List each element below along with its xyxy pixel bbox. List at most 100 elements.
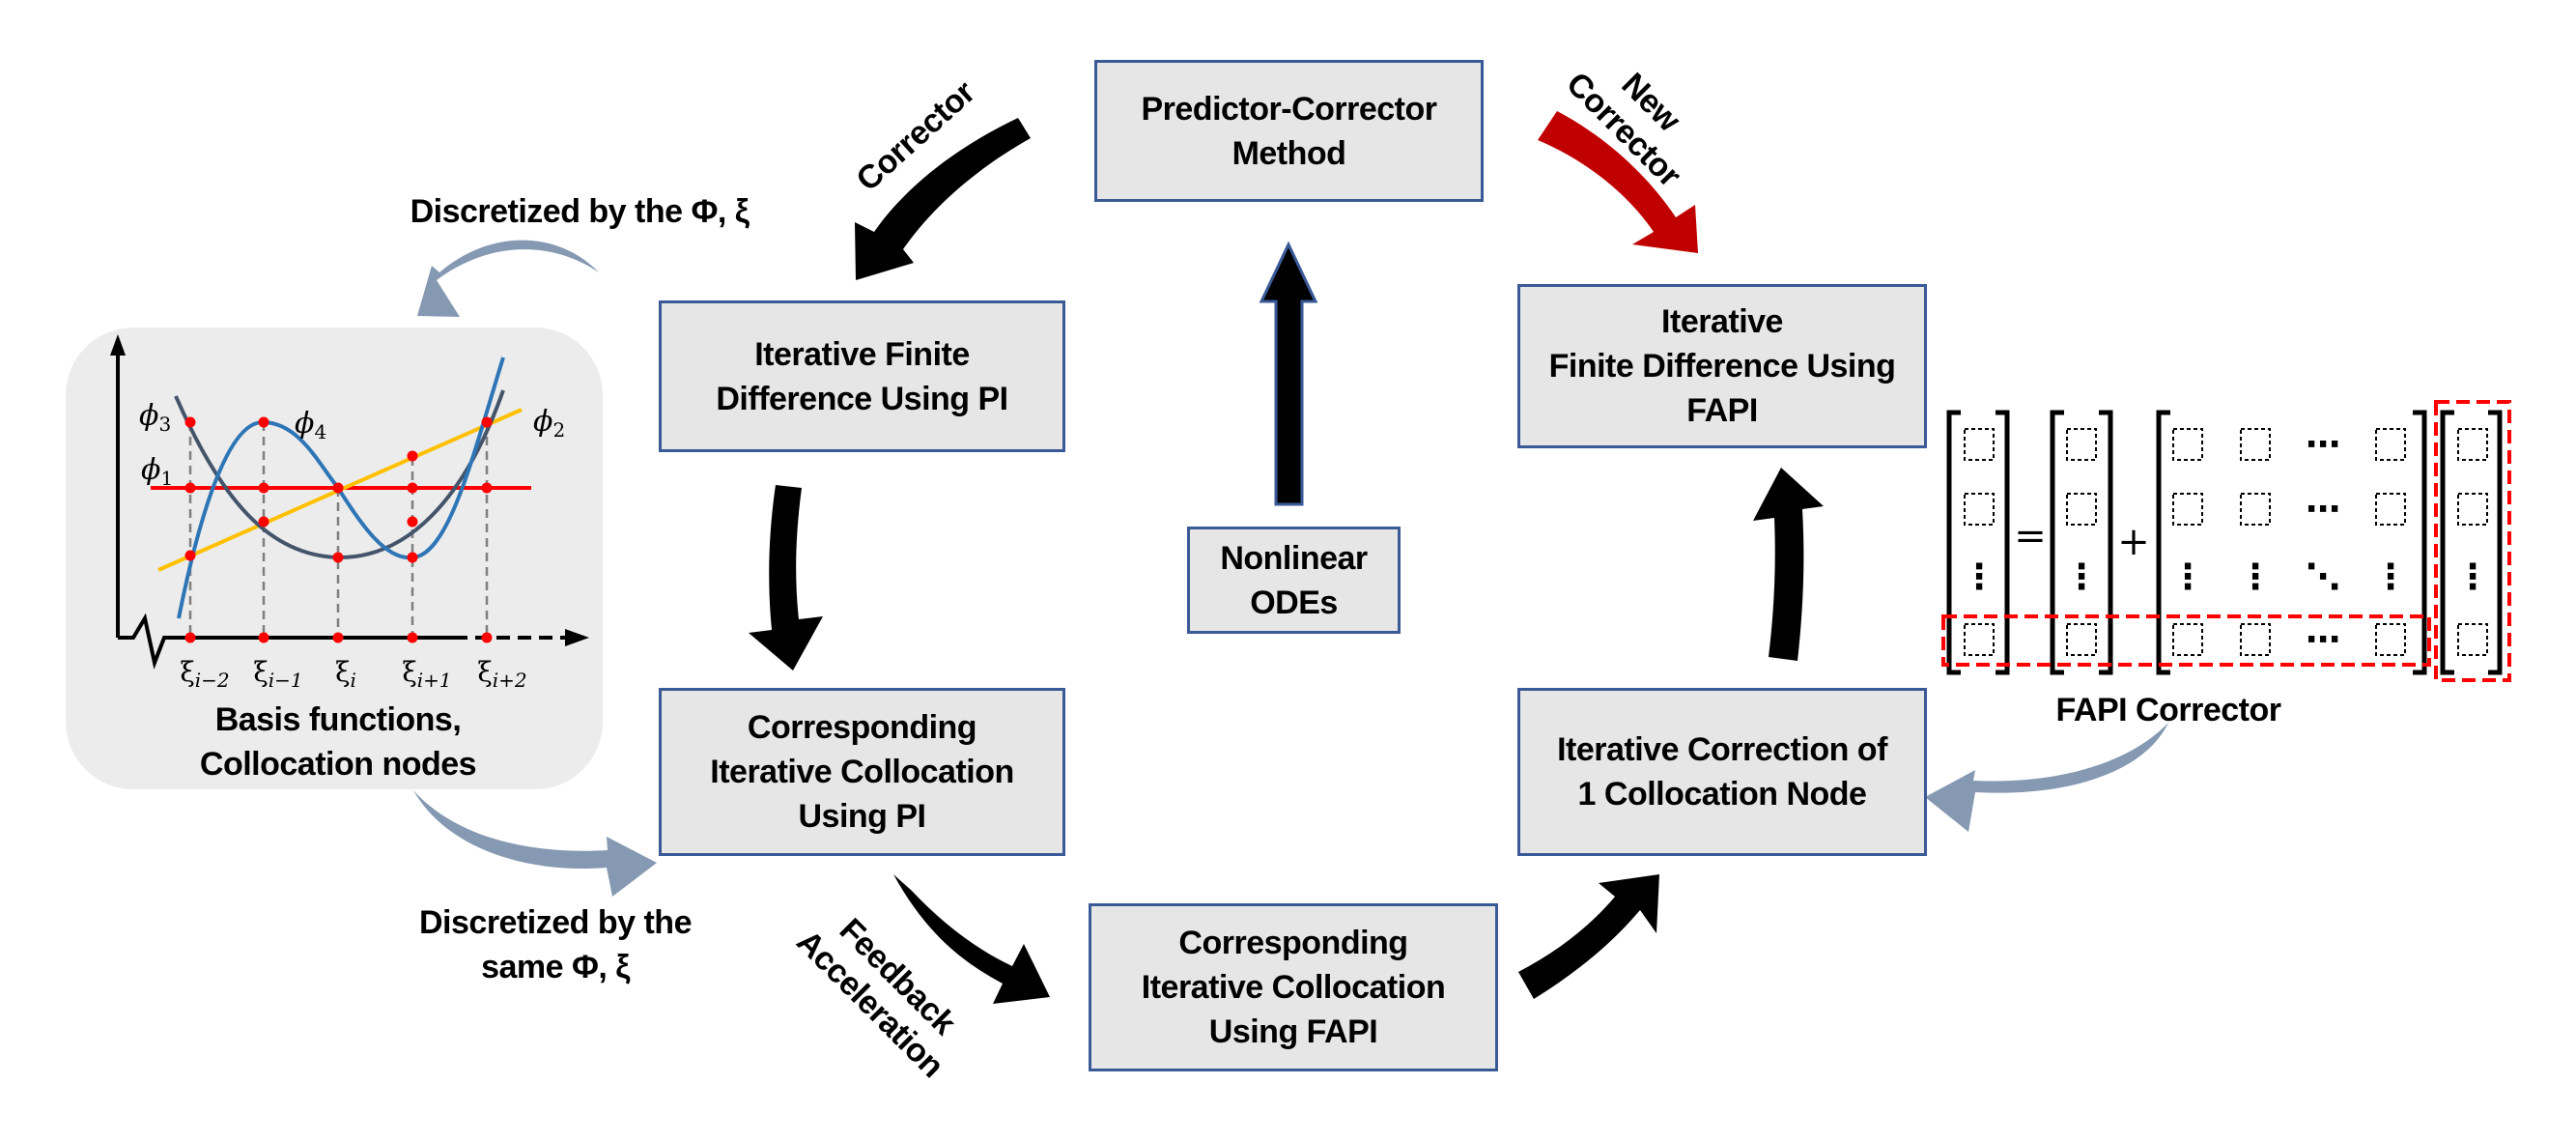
phi4-label: ϕ4	[295, 407, 326, 443]
box-line: Using PI	[798, 798, 926, 835]
caption-line: Basis functions,	[214, 701, 462, 738]
node-label-i-plus-2: ξi+2	[477, 656, 526, 692]
fapi-corrector-caption: FAPI Corrector	[2055, 692, 2281, 728]
node-marker	[407, 516, 418, 528]
caption-line: Collocation nodes	[199, 746, 477, 783]
matrix-cell	[2066, 428, 2097, 461]
node-marker	[184, 416, 196, 428]
highlight-row	[1941, 614, 2431, 667]
hdots: ⋯	[2306, 620, 2340, 660]
matrix-cell	[2375, 623, 2406, 656]
box-line: Corresponding	[747, 709, 977, 746]
x-axis-arrowhead-icon	[565, 629, 589, 646]
fd-fapi-box[interactable]: Iterative Finite Difference Using FAPI	[1517, 284, 1927, 448]
matrix-cell	[2457, 623, 2488, 656]
bracket	[2099, 410, 2113, 675]
equals-sign: =	[2014, 514, 2047, 558]
discretized-bottom-label: Discretized by the same Φ, ξ	[372, 900, 739, 989]
phi1-label: ϕ1	[141, 453, 173, 490]
box-line: Iterative Finite	[754, 335, 970, 373]
box-line: Iterative Collocation	[710, 754, 1014, 790]
y-axis-arrowhead-icon	[110, 334, 126, 356]
node-marker	[407, 450, 418, 462]
basis-panel-caption: Basis functions, Collocation nodes	[145, 698, 531, 786]
discretized-top-label: Discretized by the Φ, ξ	[410, 193, 750, 230]
odes-to-predictor-arrow	[1259, 241, 1318, 506]
bracket	[2156, 410, 2170, 675]
diagram-canvas: ϕ3 ϕ4 ϕ1 ϕ2 ξi−2 ξi−1 ξi ξi+1 ξi+2 ⋯ ⋯ ⋮…	[0, 0, 2576, 1141]
matrix-cell	[2172, 623, 2203, 656]
bracket	[2488, 410, 2503, 675]
box-line: ODEs	[1250, 584, 1338, 621]
correction-to-fd-fapi-arrow	[1753, 468, 1824, 661]
matrix-cell	[1964, 493, 1995, 526]
node-marker	[407, 632, 418, 643]
node-marker	[258, 632, 269, 643]
fapi-to-correction-arrow	[1925, 723, 2168, 832]
vdots: ⋮	[2064, 557, 2099, 597]
node-marker	[184, 550, 196, 561]
node-label-i: ξi	[335, 656, 356, 692]
fd-pi-box[interactable]: Iterative Finite Difference Using PI	[659, 300, 1065, 452]
node-label-i-minus-1: ξi−1	[253, 656, 302, 692]
node-marker	[258, 416, 269, 428]
matrix-cell	[2172, 493, 2203, 526]
matrix-cell	[2066, 493, 2097, 526]
discretized-bottom-line: Discretized by the	[419, 904, 692, 941]
colloc-pi-box[interactable]: Corresponding Iterative Collocation Using …	[659, 688, 1065, 856]
bracket	[2440, 410, 2454, 675]
box-line: Using FAPI	[1208, 1013, 1378, 1050]
node-marker	[407, 552, 418, 563]
plus-sign: +	[2117, 520, 2150, 564]
matrix-cell	[2172, 428, 2203, 461]
phi3-label: ϕ3	[139, 399, 171, 436]
discretized-bottom-line: same Φ, ξ	[481, 949, 630, 985]
box-line: Method	[1231, 134, 1346, 172]
matrix-cell	[2240, 623, 2271, 656]
bracket	[1946, 410, 1961, 675]
vdots: ⋮	[2455, 557, 2490, 597]
box-line: FAPI	[1686, 392, 1758, 429]
node-label-i-plus-1: ξi+1	[402, 656, 451, 692]
node-label-i-minus-2: ξi−2	[180, 656, 229, 692]
vdots: ⋮	[2170, 557, 2205, 597]
node-marker	[258, 482, 269, 494]
box-line: Corresponding	[1178, 925, 1408, 961]
box-line: Nonlinear	[1220, 539, 1368, 577]
box-line: Iterative	[1661, 303, 1783, 340]
matrix-cell	[2240, 428, 2271, 461]
discretize-top-arrow	[417, 240, 599, 317]
basis-graph: ϕ3 ϕ4 ϕ1 ϕ2 ξi−2 ξi−1 ξi ξi+1 ξi+2	[110, 334, 589, 692]
box-line: Predictor-Corrector	[1141, 90, 1437, 128]
node-marker	[184, 482, 196, 494]
node-marker	[332, 632, 344, 643]
discretize-bottom-arrow	[413, 790, 657, 897]
box-line: Iterative Correction of	[1557, 731, 1887, 768]
node-marker	[332, 552, 344, 563]
vdots: ⋮	[2238, 557, 2273, 597]
phi2-label: ϕ2	[533, 405, 565, 442]
fd-pi-to-colloc-pi-arrow	[749, 485, 823, 670]
predictor-corrector-box[interactable]: Predictor-Corrector Method	[1094, 60, 1484, 202]
colloc-fapi-box[interactable]: Corresponding Iterative Collocation Using …	[1089, 903, 1498, 1071]
colloc-fapi-to-correction-arrow	[1518, 874, 1659, 999]
vdots: ⋮	[2373, 557, 2408, 597]
matrix-cell	[2240, 493, 2271, 526]
bracket	[2050, 410, 2064, 675]
hdots: ⋯	[2306, 490, 2340, 529]
matrix-cell	[1964, 428, 1995, 461]
box-line: Iterative Collocation	[1141, 969, 1446, 1006]
node-marker	[184, 632, 196, 643]
ddots: ⋱	[2306, 557, 2340, 597]
correction-node-box[interactable]: Iterative Correction of 1 Collocation Nod…	[1517, 688, 1927, 856]
hdots: ⋯	[2306, 425, 2340, 465]
nonlinear-odes-box[interactable]: Nonlinear ODEs	[1187, 527, 1401, 634]
node-marker	[481, 632, 493, 643]
node-marker	[258, 516, 269, 528]
node-marker	[332, 482, 344, 494]
node-marker	[481, 416, 493, 428]
matrix-cell	[2066, 623, 2097, 656]
box-line: Difference Using PI	[716, 380, 1008, 417]
matrix-cell	[2375, 493, 2406, 526]
node-marker	[407, 482, 418, 494]
